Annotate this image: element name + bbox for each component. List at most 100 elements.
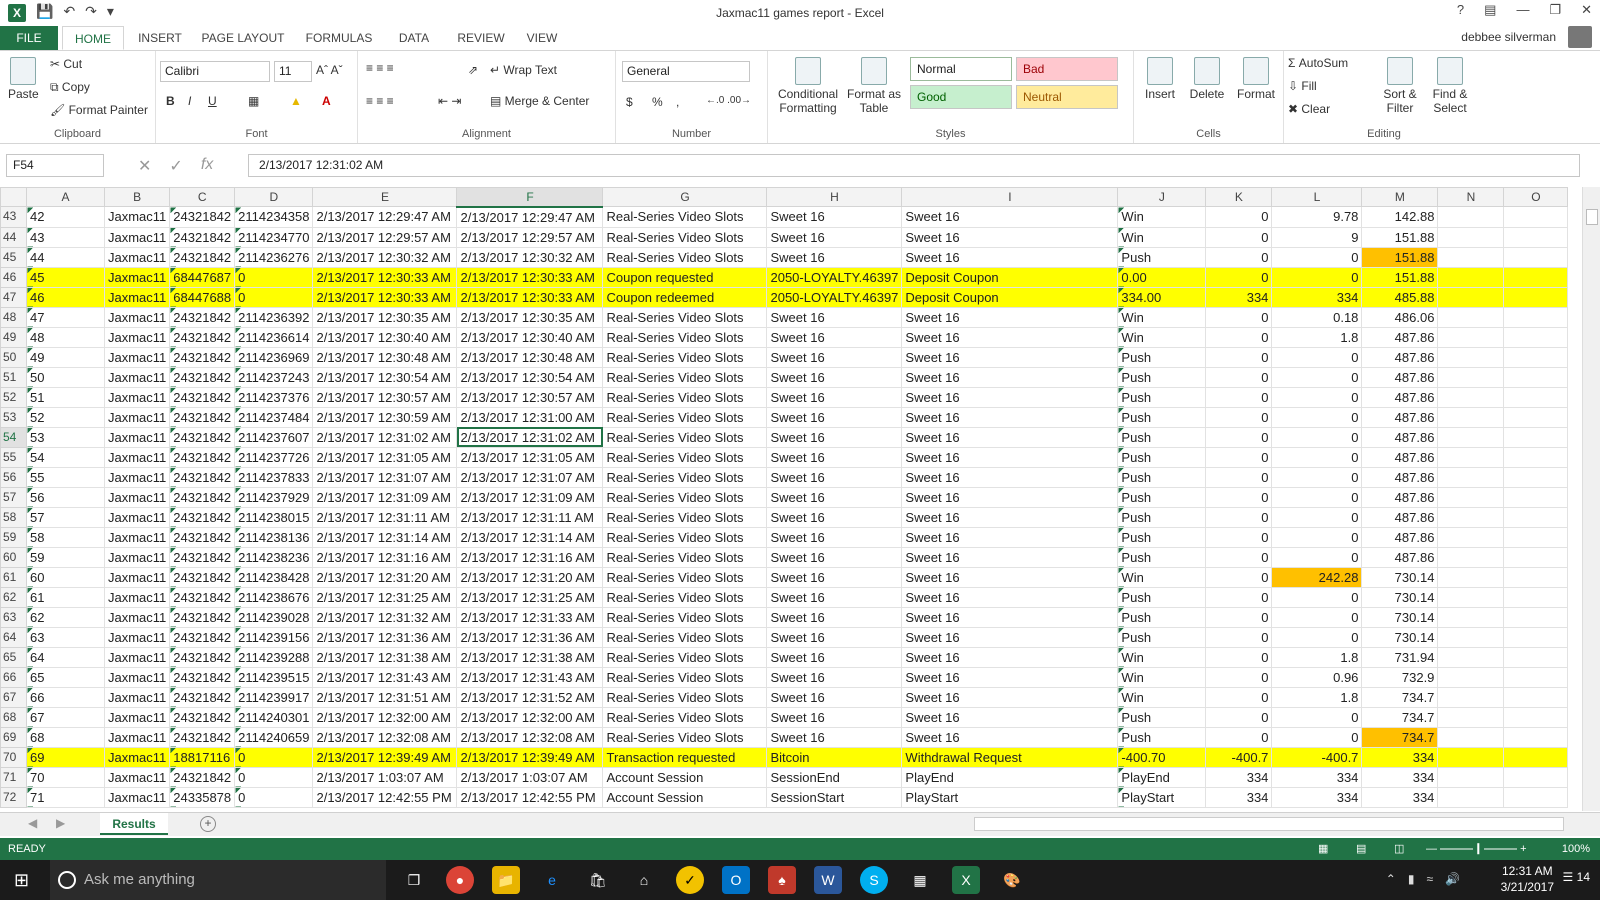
cell[interactable] [1437,486,1505,508]
cell[interactable] [1503,606,1569,628]
cell[interactable]: Real-Series Video Slots [602,386,768,408]
cell[interactable]: Sweet 16 [901,406,1119,428]
cell[interactable]: Sweet 16 [901,626,1119,648]
cell[interactable]: 0 [1205,626,1273,648]
cell[interactable] [1437,786,1505,808]
cell[interactable] [1503,646,1569,668]
cell[interactable]: 0 [1271,426,1363,448]
row-header[interactable]: 50 [0,346,27,368]
cell[interactable]: 2/13/2017 12:31:05 AM [456,446,604,468]
cell[interactable]: Jaxmac11 [103,346,171,368]
cell[interactable]: 0 [1205,506,1273,528]
cell[interactable]: Jaxmac11 [103,286,171,308]
row-header[interactable]: 44 [0,226,27,248]
cell[interactable] [1503,466,1569,488]
cell[interactable]: Real-Series Video Slots [602,606,768,628]
cell[interactable]: 487.86 [1361,506,1439,528]
cell[interactable]: 0.00 [1117,266,1207,288]
next-sheet-icon[interactable]: ▶ [56,816,65,830]
cell[interactable]: 2/13/2017 12:31:25 AM [312,586,458,608]
cell[interactable]: Jaxmac11 [103,446,171,468]
cell[interactable] [1437,306,1505,328]
cell[interactable] [1437,606,1505,628]
cell[interactable]: Push [1117,446,1207,468]
cell[interactable] [1437,226,1505,248]
cell[interactable]: 24321842 [169,686,236,708]
cell[interactable]: Sweet 16 [901,586,1119,608]
cell[interactable]: 9.78 [1271,206,1363,228]
cell[interactable]: 0 [1271,366,1363,388]
cell[interactable] [1437,626,1505,648]
cell[interactable]: Push [1117,386,1207,408]
column-header[interactable]: D [234,187,314,207]
cell[interactable] [1437,326,1505,348]
cell[interactable]: 2/13/2017 1:03:07 AM [456,766,604,788]
cell[interactable]: Sweet 16 [901,386,1119,408]
cell[interactable]: 24321842 [169,446,236,468]
cell[interactable]: 2114240659 [234,726,314,748]
cell[interactable]: Sweet 16 [901,686,1119,708]
cell[interactable]: 1.8 [1271,646,1363,668]
cell[interactable]: 24321842 [169,206,236,228]
cell[interactable]: Real-Series Video Slots [602,346,768,368]
chrome-icon[interactable]: ● [446,866,474,894]
cell[interactable]: Real-Series Video Slots [602,326,768,348]
cell[interactable] [1503,626,1569,648]
row-header[interactable]: 62 [0,586,27,608]
row-header[interactable]: 66 [0,666,27,688]
cell[interactable] [1503,586,1569,608]
cell[interactable]: 59 [26,546,105,568]
cell[interactable]: 50 [26,366,105,388]
cell[interactable]: Sweet 16 [901,426,1119,448]
cell[interactable]: Push [1117,706,1207,728]
row-header[interactable]: 68 [0,706,27,728]
cell[interactable]: Real-Series Video Slots [602,226,768,248]
cell[interactable]: Jaxmac11 [103,786,171,808]
cell[interactable]: 2/13/2017 12:30:32 AM [456,246,604,268]
cell[interactable]: 2114236276 [234,246,314,268]
cell[interactable]: 24321842 [169,326,236,348]
cell[interactable]: 334 [1361,746,1439,768]
cell[interactable]: 2114238136 [234,526,314,548]
indent-icon[interactable]: ⇤ ⇥ [438,94,461,108]
cell[interactable]: Push [1117,486,1207,508]
cell[interactable]: Jaxmac11 [103,606,171,628]
cell[interactable]: Bitcoin [766,746,903,768]
format-painter-button[interactable]: 🖌 Format Painter [50,103,148,117]
wifi-icon[interactable]: ≈ [1426,872,1433,886]
cell[interactable] [1437,366,1505,388]
cell[interactable]: 49 [26,346,105,368]
row-header[interactable]: 72 [0,786,27,808]
cell[interactable]: Real-Series Video Slots [602,366,768,388]
cell[interactable]: 2114238015 [234,506,314,528]
cell[interactable] [1437,666,1505,688]
cell[interactable] [1503,206,1569,228]
cell[interactable]: 2/13/2017 12:31:51 AM [312,686,458,708]
battery-icon[interactable]: ▮ [1408,872,1415,886]
cell[interactable]: 2114238236 [234,546,314,568]
cell[interactable]: Real-Series Video Slots [602,426,768,448]
cell[interactable]: Real-Series Video Slots [602,546,768,568]
cell[interactable]: Push [1117,466,1207,488]
cell[interactable]: 732.9 [1361,666,1439,688]
cell[interactable]: Coupon redeemed [602,286,768,308]
cell[interactable]: 47 [26,306,105,328]
cell[interactable]: 0 [1271,586,1363,608]
cell[interactable]: Real-Series Video Slots [602,486,768,508]
cell[interactable]: 2/13/2017 12:29:57 AM [312,226,458,248]
cell[interactable]: 734.7 [1361,726,1439,748]
delete-cells-button[interactable]: Delete [1184,57,1230,101]
cell[interactable]: 485.88 [1361,286,1439,308]
cell[interactable]: 0 [234,266,314,288]
cell[interactable]: 2/13/2017 12:30:32 AM [312,246,458,268]
cell[interactable]: 334 [1361,766,1439,788]
cell[interactable]: 0 [1205,566,1273,588]
cell[interactable]: Push [1117,626,1207,648]
merge-center-button[interactable]: ▤ Merge & Center [490,94,589,108]
cell[interactable]: 2114237376 [234,386,314,408]
cell[interactable]: 56 [26,486,105,508]
cell[interactable] [1503,366,1569,388]
autosum-button[interactable]: Σ AutoSum [1288,56,1348,70]
cut-button[interactable]: ✂ Cut [50,57,82,71]
cell[interactable]: Sweet 16 [901,486,1119,508]
